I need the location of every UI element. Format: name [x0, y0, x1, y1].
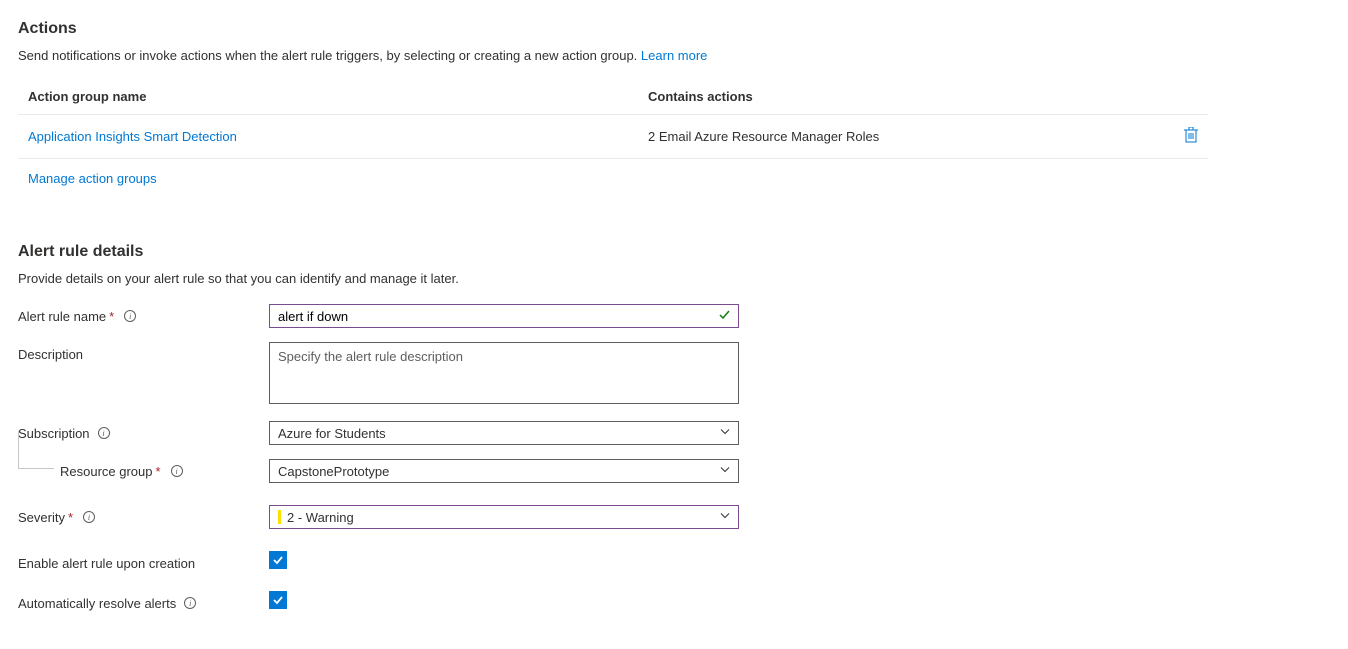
action-group-table: Action group name Contains actions Appli… — [18, 81, 1208, 159]
description-label: Description — [18, 342, 269, 366]
severity-label: Severity * i — [18, 505, 269, 529]
details-description: Provide details on your alert rule so th… — [18, 271, 1330, 286]
info-icon[interactable]: i — [98, 427, 110, 439]
action-group-contains: 2 Email Azure Resource Manager Roles — [638, 115, 1158, 159]
manage-action-groups-link[interactable]: Manage action groups — [18, 159, 167, 198]
table-row: Application Insights Smart Detection 2 E… — [18, 115, 1208, 159]
enable-checkbox[interactable] — [269, 551, 287, 569]
severity-select[interactable]: 2 - Warning — [269, 505, 739, 529]
alert-name-label: Alert rule name * i — [18, 304, 269, 328]
subscription-select[interactable]: Azure for Students — [269, 421, 739, 445]
column-header-contains: Contains actions — [638, 81, 1158, 115]
actions-description: Send notifications or invoke actions whe… — [18, 48, 1330, 63]
learn-more-link[interactable]: Learn more — [641, 48, 707, 63]
trash-icon[interactable] — [1184, 127, 1198, 143]
subscription-label: Subscription i — [18, 421, 269, 445]
info-icon[interactable]: i — [83, 511, 95, 523]
column-header-name: Action group name — [18, 81, 638, 115]
enable-on-creation-label: Enable alert rule upon creation — [18, 551, 269, 575]
info-icon[interactable]: i — [184, 597, 196, 609]
severity-color-indicator — [278, 510, 281, 524]
description-textarea[interactable] — [269, 342, 739, 404]
check-icon — [718, 308, 731, 324]
actions-heading: Actions — [18, 20, 1330, 38]
action-group-link[interactable]: Application Insights Smart Detection — [28, 129, 237, 144]
resource-group-label: Resource group * i — [18, 459, 269, 483]
auto-resolve-checkbox[interactable] — [269, 591, 287, 609]
info-icon[interactable]: i — [124, 310, 136, 322]
info-icon[interactable]: i — [171, 465, 183, 477]
details-heading: Alert rule details — [18, 243, 1330, 261]
resource-group-select[interactable]: CapstonePrototype — [269, 459, 739, 483]
auto-resolve-label: Automatically resolve alerts i — [18, 591, 269, 615]
alert-name-input[interactable] — [269, 304, 739, 328]
